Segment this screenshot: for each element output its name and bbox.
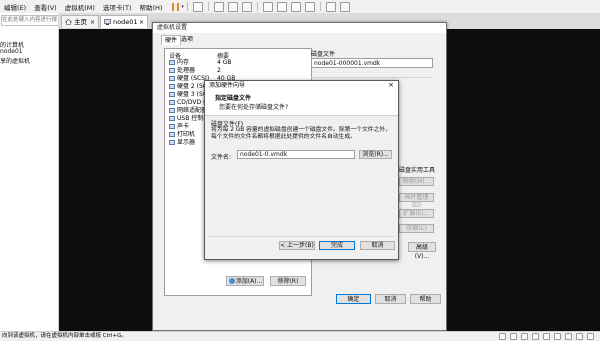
wizard-heading: 指定磁盘文件 <box>215 95 252 102</box>
defragment-button[interactable]: 碎片整理(D) <box>399 193 434 209</box>
close-icon[interactable]: × <box>388 81 394 90</box>
finish-button[interactable]: 完成 <box>319 241 355 250</box>
display-icon <box>169 140 175 145</box>
tree-item-shared-vms[interactable]: 享的虚拟机 <box>0 56 30 65</box>
expand-button[interactable]: 扩展(E)... <box>399 209 434 218</box>
device-summary: 4 GB <box>217 59 232 66</box>
file-name-label: 文件名: <box>211 154 232 161</box>
toolbar-divider <box>256 2 258 11</box>
harddisk-icon <box>169 92 175 97</box>
stretch-view-icon[interactable] <box>339 1 350 12</box>
device-status-icons <box>497 333 596 340</box>
file-name-input[interactable]: node01-0.vmdk <box>237 150 355 159</box>
cdrom-icon <box>169 100 175 105</box>
revert-snapshot-icon[interactable] <box>227 1 238 12</box>
pause-icon[interactable] <box>172 2 180 11</box>
sound-status-icon[interactable] <box>565 333 572 340</box>
printer-icon <box>169 132 175 137</box>
dropdown-arrow-icon[interactable]: ▾ <box>181 4 184 10</box>
usb-icon <box>169 116 175 121</box>
divider <box>311 77 433 78</box>
unity-icon[interactable] <box>304 1 315 12</box>
device-name: 处理器 <box>177 67 196 74</box>
thumbnail-view-icon[interactable] <box>276 1 287 12</box>
harddisk-status-icon[interactable] <box>510 333 517 340</box>
device-name: 打印机 <box>177 131 196 138</box>
tab-home-label: 主页 <box>74 18 87 26</box>
wizard-subheading: 您要在何处存储磁盘文件? <box>219 104 289 111</box>
harddisk-status-icon[interactable] <box>521 333 528 340</box>
display-status-icon[interactable] <box>587 333 594 340</box>
processor-icon <box>169 68 175 73</box>
toolbar-divider <box>319 2 321 11</box>
network-status-icon[interactable] <box>543 333 550 340</box>
tab-home[interactable]: 主页 × <box>61 15 99 28</box>
dialog-title: 虚拟机设置 <box>153 23 446 33</box>
harddisk-icon <box>169 84 175 89</box>
toolbar-divider <box>207 2 209 11</box>
device-name: 网络适配器 <box>177 107 208 114</box>
harddisk-status-icon[interactable] <box>499 333 506 340</box>
home-icon <box>65 19 72 25</box>
cdrom-status-icon[interactable] <box>532 333 539 340</box>
add-button[interactable]: 添加(A)... <box>226 276 264 286</box>
wizard-title: 添加硬件向导 <box>205 81 398 90</box>
menu-view[interactable]: 查看(V) <box>30 2 61 12</box>
printer-status-icon[interactable] <box>576 333 583 340</box>
map-button[interactable]: 映射(M)... <box>399 177 434 186</box>
usb-status-icon[interactable] <box>554 333 561 340</box>
disk-utilities-label: 磁盘实用工具 <box>399 167 436 174</box>
snapshot-icon[interactable] <box>213 1 224 12</box>
wizard-header: 指定磁盘文件 您要在何处存储磁盘文件? <box>205 90 398 116</box>
device-name: 显示器 <box>177 139 196 146</box>
add-icon <box>229 278 235 284</box>
library-view-icon[interactable] <box>262 1 273 12</box>
device-row-processor[interactable]: 处理器 2 <box>169 67 307 74</box>
advanced-button[interactable]: 高级(V)... <box>408 242 436 260</box>
close-icon[interactable]: × <box>90 16 95 29</box>
ok-button[interactable]: 确定 <box>336 294 371 304</box>
fullscreen-icon[interactable] <box>290 1 301 12</box>
library-search-input[interactable]: 在此处键入内容进行搜... <box>1 15 59 26</box>
send-keys-icon[interactable] <box>192 1 203 12</box>
browse-button[interactable]: 浏览(R)... <box>359 150 392 159</box>
disk-file-label: 磁盘文件 <box>311 51 336 58</box>
snapshot-manager-icon[interactable] <box>241 1 252 12</box>
tree-item-node01[interactable]: node01 <box>0 48 23 55</box>
help-button[interactable]: 帮助 <box>410 294 441 304</box>
network-icon <box>169 108 175 113</box>
cancel-button[interactable]: 取消 <box>375 294 406 304</box>
device-name: 声卡 <box>177 123 190 130</box>
toolbar-divider <box>186 2 188 11</box>
close-icon[interactable]: × <box>139 16 144 29</box>
remove-button[interactable]: 移除(R) <box>270 276 306 286</box>
compact-button[interactable]: 压缩(C) <box>399 224 434 233</box>
menubar: 编辑(E) 查看(V) 虚拟机(M) 选项卡(T) 帮助(H) ▾ <box>0 0 600 14</box>
device-summary: 2 <box>217 67 221 74</box>
menu-vm[interactable]: 虚拟机(M) <box>61 2 99 12</box>
tab-node01[interactable]: node01 × <box>100 15 148 28</box>
toolbar: ▾ <box>170 1 352 12</box>
add-button-label: 添加(A)... <box>235 278 263 285</box>
menu-help[interactable]: 帮助(H) <box>135 2 166 12</box>
menu-edit[interactable]: 编辑(E) <box>0 2 30 12</box>
wizard-cancel-button[interactable]: 取消 <box>360 241 395 250</box>
library-panel: 在此处键入内容进行搜... 的计算机 node01 享的虚拟机 <box>0 13 59 331</box>
tab-node01-label: node01 <box>113 18 138 26</box>
add-hardware-wizard: 添加硬件向导 × 指定磁盘文件 您要在何处存储磁盘文件? 磁盘文件(F) 将为每… <box>204 80 399 260</box>
memory-icon <box>169 60 175 65</box>
wizard-description: 将为每 2 GB 容量的虚拟磁盘创建一个磁盘文件。除第一个文件之外，每个文件的文… <box>211 127 391 140</box>
divider <box>209 236 394 237</box>
disk-file-field[interactable]: node01-000001.vmdk <box>311 58 433 68</box>
sound-icon <box>169 124 175 129</box>
console-view-icon[interactable] <box>325 1 336 12</box>
device-row-memory[interactable]: 内存 4 GB <box>169 59 307 66</box>
device-name: 内存 <box>177 59 190 66</box>
menu-tabs[interactable]: 选项卡(T) <box>99 2 136 12</box>
tab-options[interactable]: 选项 <box>178 35 196 44</box>
vm-icon <box>104 19 111 25</box>
harddisk-icon <box>169 76 175 81</box>
back-button[interactable]: < 上一步(B) <box>279 241 315 250</box>
